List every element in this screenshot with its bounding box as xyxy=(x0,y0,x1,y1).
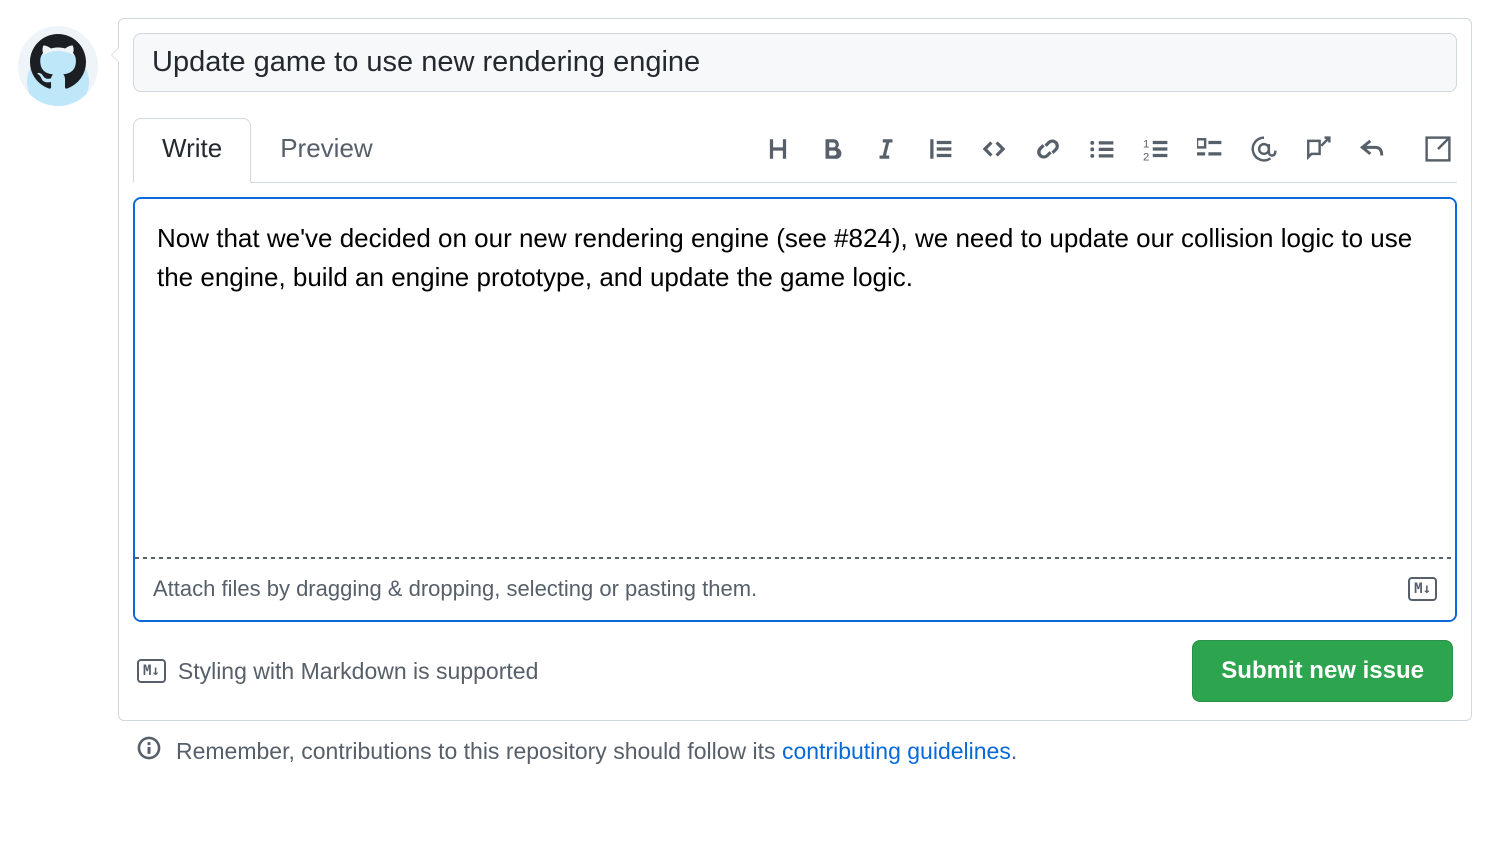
reply-icon[interactable] xyxy=(1359,136,1385,162)
contributing-note: Remember, contributions to this reposito… xyxy=(136,735,1480,767)
link-icon[interactable] xyxy=(1035,136,1061,162)
formatting-toolbar: 12 xyxy=(765,128,1457,172)
mention-icon[interactable] xyxy=(1251,136,1277,162)
tab-bar: Write Preview 12 xyxy=(133,118,1457,183)
comment-box: Write Preview 12 Attac xyxy=(118,18,1472,721)
tab-preview[interactable]: Preview xyxy=(251,118,401,183)
tab-write[interactable]: Write xyxy=(133,118,251,183)
markdown-support-text: Styling with Markdown is supported xyxy=(178,658,539,685)
bold-icon[interactable] xyxy=(819,136,845,162)
markdown-icon: M↓ xyxy=(137,659,166,683)
body-textarea[interactable] xyxy=(135,199,1455,559)
ordered-list-icon[interactable]: 12 xyxy=(1143,136,1169,162)
octocat-icon xyxy=(18,26,98,106)
task-list-icon[interactable] xyxy=(1197,136,1223,162)
diff-icon[interactable] xyxy=(1425,136,1451,162)
markdown-icon[interactable]: M↓ xyxy=(1408,577,1437,601)
attach-hint: Attach files by dragging & dropping, sel… xyxy=(153,576,757,602)
italic-icon[interactable] xyxy=(873,136,899,162)
body-wrapper: Attach files by dragging & dropping, sel… xyxy=(133,197,1457,622)
contributing-link[interactable]: contributing guidelines xyxy=(782,738,1011,764)
avatar xyxy=(18,26,98,106)
code-icon[interactable] xyxy=(981,136,1007,162)
submit-button[interactable]: Submit new issue xyxy=(1192,640,1453,702)
cross-reference-icon[interactable] xyxy=(1305,136,1331,162)
contrib-prefix: Remember, contributions to this reposito… xyxy=(176,738,782,764)
quote-icon[interactable] xyxy=(927,136,953,162)
svg-text:2: 2 xyxy=(1143,151,1149,162)
info-icon xyxy=(136,735,162,767)
unordered-list-icon[interactable] xyxy=(1089,136,1115,162)
heading-icon[interactable] xyxy=(765,136,791,162)
attach-bar[interactable]: Attach files by dragging & dropping, sel… xyxy=(135,562,1455,620)
svg-text:1: 1 xyxy=(1143,138,1149,150)
contrib-suffix: . xyxy=(1011,738,1017,764)
title-input[interactable] xyxy=(133,33,1457,92)
